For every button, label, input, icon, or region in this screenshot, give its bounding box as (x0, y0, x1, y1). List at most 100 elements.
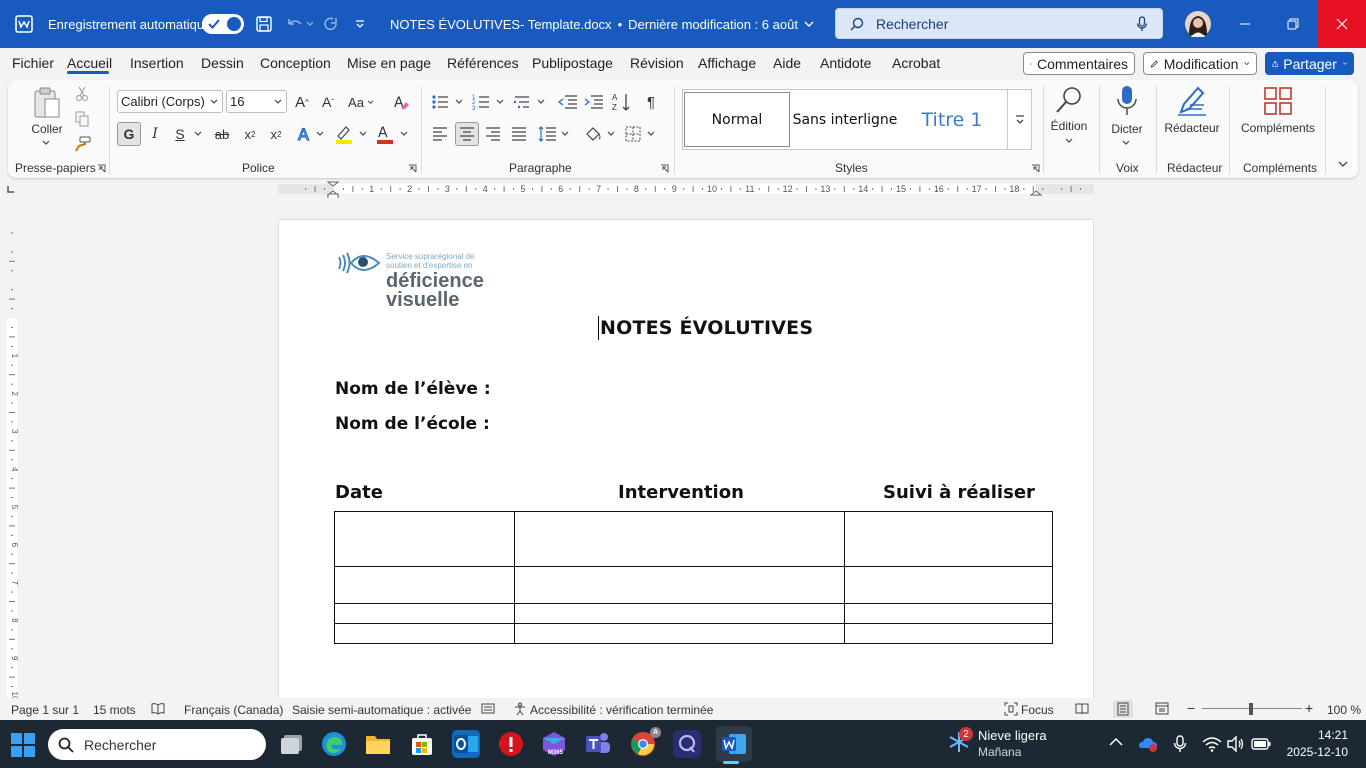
language[interactable]: Français (Canada) (184, 703, 283, 717)
italic-button[interactable]: I (146, 122, 164, 146)
line-spacing-icon[interactable] (538, 123, 572, 145)
table-cell[interactable] (334, 603, 515, 624)
table-cell[interactable] (514, 511, 845, 567)
zoom-slider-thumb[interactable] (1249, 703, 1253, 715)
save-icon[interactable] (256, 0, 272, 48)
table-cell[interactable] (514, 603, 845, 624)
wifi-icon[interactable] (1202, 736, 1222, 752)
dialog-launcher-icon[interactable] (1030, 163, 1040, 173)
tab-review[interactable]: Révision (630, 55, 684, 71)
bold-button[interactable]: G (117, 122, 141, 146)
outlook-icon[interactable] (452, 730, 480, 758)
paste-icon[interactable] (30, 86, 64, 122)
vpn-app-icon[interactable] (673, 730, 701, 758)
focus-icon[interactable] (1004, 702, 1018, 716)
restore-button[interactable] (1270, 0, 1316, 48)
tab-draw[interactable]: Dessin (201, 55, 244, 71)
document-title[interactable]: NOTES ÉVOLUTIVES- Template.docx • Derniè… (390, 0, 814, 48)
table-cell[interactable] (514, 623, 845, 644)
chevron-down-icon[interactable] (1063, 136, 1075, 146)
redo-icon[interactable] (323, 0, 339, 48)
clock-time[interactable]: 14:21 (1284, 728, 1348, 742)
share-button[interactable]: Partager (1265, 52, 1354, 75)
tab-file[interactable]: Fichier (12, 55, 54, 71)
minimize-button[interactable] (1222, 0, 1268, 48)
numbering-icon[interactable]: 123 (472, 92, 506, 112)
table-cell[interactable] (844, 566, 1053, 604)
align-right-icon[interactable] (483, 124, 503, 144)
read-mode-icon[interactable] (1075, 702, 1089, 715)
find-icon[interactable] (1053, 84, 1085, 116)
tab-acrobat[interactable]: Acrobat (892, 55, 940, 71)
comments-button[interactable]: Commentaires (1023, 52, 1135, 75)
chrome-icon[interactable]: A (629, 727, 661, 758)
print-layout-icon[interactable] (1113, 700, 1133, 718)
microsoft-store-icon[interactable] (408, 730, 436, 758)
table-cell[interactable] (334, 566, 515, 604)
subscript-icon[interactable]: x2 (240, 124, 260, 144)
m365-icon[interactable]: M365 (540, 730, 568, 758)
change-case-icon[interactable]: Aa (345, 92, 377, 112)
customize-toolbar-icon[interactable] (355, 0, 365, 48)
show-formatting-icon[interactable]: ¶ (641, 91, 661, 113)
borders-icon[interactable] (624, 123, 658, 145)
align-left-icon[interactable] (430, 124, 450, 144)
zoom-in-button[interactable]: + (1305, 700, 1313, 716)
vertical-ruler[interactable]: 1 2 3 4 5 6 7 8 9 10 (4, 200, 20, 698)
shading-icon[interactable] (584, 123, 618, 145)
tab-antidote[interactable]: Antidote (820, 55, 871, 71)
strikethrough-icon[interactable]: ab (212, 124, 232, 144)
cut-icon[interactable] (74, 86, 90, 102)
teams-icon[interactable] (584, 730, 612, 758)
table-cell[interactable] (844, 511, 1053, 567)
document-heading[interactable]: NOTES ÉVOLUTIVES (600, 317, 813, 339)
search-input[interactable]: Rechercher (835, 8, 1163, 39)
pdf-reader-icon[interactable] (497, 730, 525, 758)
dialog-launcher-icon[interactable] (659, 163, 669, 173)
collapse-ribbon-icon[interactable] (1336, 158, 1350, 170)
editing-mode-button[interactable]: Modification (1143, 52, 1257, 75)
autosave-toggle[interactable] (202, 0, 244, 48)
accessibility-icon[interactable] (513, 702, 527, 716)
microphone-icon[interactable] (1173, 735, 1187, 753)
macro-recording-icon[interactable] (481, 702, 495, 715)
highlight-color-icon[interactable] (334, 123, 368, 145)
weather-title[interactable]: Nieve ligera (978, 728, 1047, 743)
tab-references[interactable]: Références (447, 55, 519, 71)
styles-more-button[interactable] (1007, 89, 1032, 150)
weather-subtitle[interactable]: Mañana (978, 745, 1021, 759)
sort-icon[interactable]: AZ (611, 91, 633, 113)
table-cell[interactable] (844, 623, 1053, 644)
shrink-font-icon[interactable]: Aˇ (318, 92, 338, 112)
format-painter-icon[interactable] (73, 136, 91, 152)
focus-mode-button[interactable]: Focus (1021, 703, 1054, 717)
style-heading-1[interactable]: Titre 1 (900, 92, 1004, 147)
page-count[interactable]: Page 1 sur 1 (11, 703, 79, 717)
tab-home[interactable]: Accueil (67, 55, 112, 71)
battery-icon[interactable] (1251, 737, 1271, 751)
table-cell[interactable] (514, 566, 845, 604)
file-explorer-icon[interactable] (364, 730, 392, 758)
chevron-down-icon[interactable] (193, 130, 203, 138)
avatar[interactable] (1185, 0, 1211, 48)
taskbar-search[interactable]: Rechercher (48, 729, 266, 760)
word-count[interactable]: 15 mots (93, 703, 136, 717)
bullets-icon[interactable] (431, 92, 465, 112)
table-cell[interactable] (844, 603, 1053, 624)
tab-layout[interactable]: Mise en page (347, 55, 431, 71)
chevron-down-icon[interactable] (40, 138, 52, 148)
tab-insert[interactable]: Insertion (130, 55, 184, 71)
student-name-field[interactable]: Nom de l’élève : (335, 379, 491, 399)
onedrive-status-icon[interactable] (1138, 736, 1158, 752)
chevron-up-icon[interactable] (1109, 737, 1123, 747)
accessibility-status[interactable]: Accessibilité : vérification terminée (530, 703, 713, 717)
horizontal-ruler[interactable]: 1 2 3 4 5 6 7 8 9 10 11 12 13 14 15 16 17 18 (0, 180, 1366, 198)
addins-icon[interactable] (1261, 84, 1295, 118)
word-taskbar-icon[interactable] (716, 726, 752, 762)
windows-start-icon[interactable] (11, 733, 35, 757)
dictate-label[interactable]: Dicter (1105, 121, 1149, 137)
chevron-down-icon[interactable] (1120, 138, 1132, 148)
tab-help[interactable]: Aide (773, 55, 801, 71)
tab-view[interactable]: Affichage (698, 55, 756, 71)
word-app-icon[interactable] (14, 0, 34, 48)
